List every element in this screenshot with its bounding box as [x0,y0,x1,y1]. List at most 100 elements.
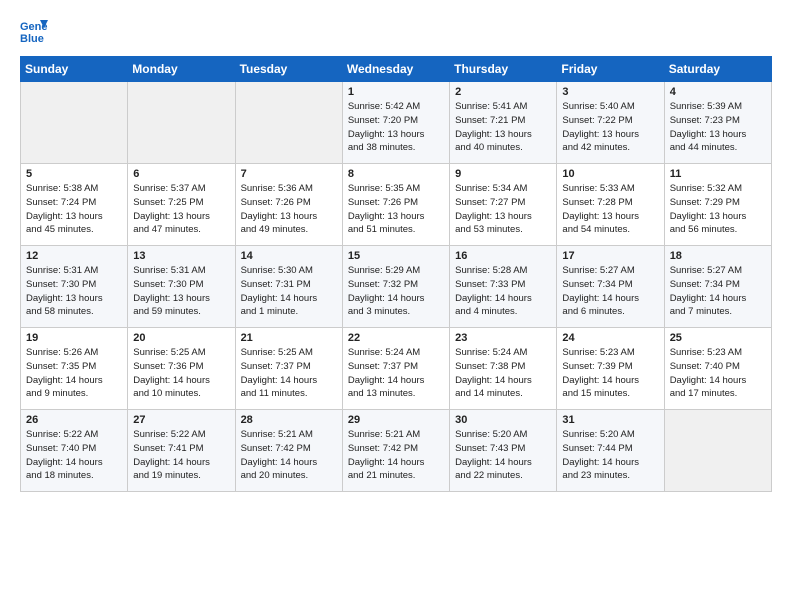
day-number: 7 [241,168,337,180]
day-cell [128,82,235,164]
day-cell: 11 Sunrise: 5:32 AMSunset: 7:29 PMDayligh… [664,164,771,246]
day-info: Sunrise: 5:22 AMSunset: 7:41 PMDaylight:… [133,428,229,483]
day-info: Sunrise: 5:40 AMSunset: 7:22 PMDaylight:… [562,100,658,155]
day-info: Sunrise: 5:26 AMSunset: 7:35 PMDaylight:… [26,346,122,401]
day-cell [235,82,342,164]
day-cell: 13Sunrise: 5:31 AMSunset: 7:30 PMDayligh… [128,246,235,328]
day-cell: 21Sunrise: 5:25 AMSunset: 7:37 PMDayligh… [235,328,342,410]
day-cell: 7 Sunrise: 5:36 AMSunset: 7:26 PMDaylight… [235,164,342,246]
day-number: 24 [562,332,658,344]
day-info: Sunrise: 5:24 AMSunset: 7:38 PMDaylight:… [455,346,551,401]
day-info: Sunrise: 5:27 AMSunset: 7:34 PMDaylight:… [670,264,766,319]
day-number: 25 [670,332,766,344]
day-cell: 18 Sunrise: 5:27 AMSunset: 7:34 PMDayligh… [664,246,771,328]
header-cell-saturday: Saturday [664,57,771,82]
day-number: 22 [348,332,444,344]
header-cell-friday: Friday [557,57,664,82]
day-cell: 12 Sunrise: 5:31 AMSunset: 7:30 PMDayligh… [21,246,128,328]
day-cell: 20 Sunrise: 5:25 AMSunset: 7:36 PMDayligh… [128,328,235,410]
day-number: 15 [348,250,444,262]
day-cell: 27 Sunrise: 5:22 AMSunset: 7:41 PMDayligh… [128,410,235,492]
day-cell: 4 Sunrise: 5:39 AMSunset: 7:23 PMDaylight… [664,82,771,164]
day-number: 14 [241,250,337,262]
day-number: 8 [348,168,444,180]
day-cell: 19Sunrise: 5:26 AMSunset: 7:35 PMDayligh… [21,328,128,410]
day-info: Sunrise: 5:24 AMSunset: 7:37 PMDaylight:… [348,346,444,401]
header-cell-tuesday: Tuesday [235,57,342,82]
day-number: 11 [670,168,766,180]
day-number: 1 [348,86,444,98]
svg-text:Blue: Blue [20,33,44,44]
day-info: Sunrise: 5:42 AMSunset: 7:20 PMDaylight:… [348,100,444,155]
header-cell-monday: Monday [128,57,235,82]
day-cell: 31Sunrise: 5:20 AMSunset: 7:44 PMDayligh… [557,410,664,492]
calendar-table: SundayMondayTuesdayWednesdayThursdayFrid… [20,56,772,492]
day-number: 5 [26,168,122,180]
day-number: 9 [455,168,551,180]
day-cell: 29 Sunrise: 5:21 AMSunset: 7:42 PMDayligh… [342,410,449,492]
day-info: Sunrise: 5:37 AMSunset: 7:25 PMDaylight:… [133,182,229,237]
day-number: 10 [562,168,658,180]
day-cell: 17 Sunrise: 5:27 AMSunset: 7:34 PMDayligh… [557,246,664,328]
day-info: Sunrise: 5:41 AMSunset: 7:21 PMDaylight:… [455,100,551,155]
day-cell: 3 Sunrise: 5:40 AMSunset: 7:22 PMDaylight… [557,82,664,164]
header-cell-sunday: Sunday [21,57,128,82]
day-cell: 10 Sunrise: 5:33 AMSunset: 7:28 PMDayligh… [557,164,664,246]
day-info: Sunrise: 5:28 AMSunset: 7:33 PMDaylight:… [455,264,551,319]
day-info: Sunrise: 5:27 AMSunset: 7:34 PMDaylight:… [562,264,658,319]
day-cell: 2Sunrise: 5:41 AMSunset: 7:21 PMDaylight… [450,82,557,164]
day-info: Sunrise: 5:38 AMSunset: 7:24 PMDaylight:… [26,182,122,237]
day-cell: 6 Sunrise: 5:37 AMSunset: 7:25 PMDaylight… [128,164,235,246]
day-cell: 14 Sunrise: 5:30 AMSunset: 7:31 PMDayligh… [235,246,342,328]
day-info: Sunrise: 5:30 AMSunset: 7:31 PMDaylight:… [241,264,337,319]
day-cell [21,82,128,164]
day-info: Sunrise: 5:39 AMSunset: 7:23 PMDaylight:… [670,100,766,155]
day-info: Sunrise: 5:31 AMSunset: 7:30 PMDaylight:… [26,264,122,319]
week-row-1: 1 Sunrise: 5:42 AMSunset: 7:20 PMDaylight… [21,82,772,164]
day-info: Sunrise: 5:23 AMSunset: 7:40 PMDaylight:… [670,346,766,401]
day-cell [664,410,771,492]
day-cell: 26 Sunrise: 5:22 AMSunset: 7:40 PMDayligh… [21,410,128,492]
header: General Blue [20,16,772,44]
day-cell: 5 Sunrise: 5:38 AMSunset: 7:24 PMDaylight… [21,164,128,246]
day-number: 30 [455,414,551,426]
day-info: Sunrise: 5:21 AMSunset: 7:42 PMDaylight:… [241,428,337,483]
day-number: 6 [133,168,229,180]
day-number: 3 [562,86,658,98]
day-number: 20 [133,332,229,344]
day-info: Sunrise: 5:32 AMSunset: 7:29 PMDaylight:… [670,182,766,237]
day-info: Sunrise: 5:29 AMSunset: 7:32 PMDaylight:… [348,264,444,319]
header-cell-thursday: Thursday [450,57,557,82]
day-number: 16 [455,250,551,262]
logo: General Blue [20,16,52,44]
day-cell: 23 Sunrise: 5:24 AMSunset: 7:38 PMDayligh… [450,328,557,410]
day-number: 18 [670,250,766,262]
day-cell: 15 Sunrise: 5:29 AMSunset: 7:32 PMDayligh… [342,246,449,328]
day-number: 12 [26,250,122,262]
day-number: 17 [562,250,658,262]
day-number: 31 [562,414,658,426]
day-info: Sunrise: 5:35 AMSunset: 7:26 PMDaylight:… [348,182,444,237]
header-row: SundayMondayTuesdayWednesdayThursdayFrid… [21,57,772,82]
day-number: 29 [348,414,444,426]
day-number: 27 [133,414,229,426]
day-info: Sunrise: 5:21 AMSunset: 7:42 PMDaylight:… [348,428,444,483]
header-cell-wednesday: Wednesday [342,57,449,82]
day-info: Sunrise: 5:36 AMSunset: 7:26 PMDaylight:… [241,182,337,237]
day-info: Sunrise: 5:22 AMSunset: 7:40 PMDaylight:… [26,428,122,483]
day-cell: 24Sunrise: 5:23 AMSunset: 7:39 PMDayligh… [557,328,664,410]
day-info: Sunrise: 5:20 AMSunset: 7:43 PMDaylight:… [455,428,551,483]
day-cell: 16 Sunrise: 5:28 AMSunset: 7:33 PMDayligh… [450,246,557,328]
week-row-5: 26 Sunrise: 5:22 AMSunset: 7:40 PMDayligh… [21,410,772,492]
day-info: Sunrise: 5:33 AMSunset: 7:28 PMDaylight:… [562,182,658,237]
day-cell: 30 Sunrise: 5:20 AMSunset: 7:43 PMDayligh… [450,410,557,492]
logo-icon: General Blue [20,16,48,44]
day-cell: 8 Sunrise: 5:35 AMSunset: 7:26 PMDaylight… [342,164,449,246]
day-number: 23 [455,332,551,344]
week-row-2: 5 Sunrise: 5:38 AMSunset: 7:24 PMDaylight… [21,164,772,246]
day-info: Sunrise: 5:25 AMSunset: 7:36 PMDaylight:… [133,346,229,401]
week-row-4: 19Sunrise: 5:26 AMSunset: 7:35 PMDayligh… [21,328,772,410]
day-number: 26 [26,414,122,426]
day-number: 28 [241,414,337,426]
day-number: 4 [670,86,766,98]
